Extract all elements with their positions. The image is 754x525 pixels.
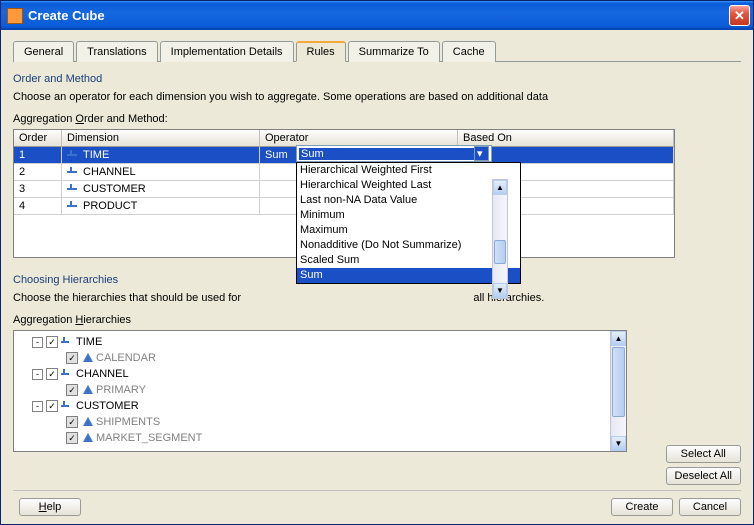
dimension-icon [67,167,81,177]
app-icon [7,8,23,24]
expand-toggle[interactable]: - [32,337,43,348]
combo-option[interactable]: Sum [297,268,520,283]
tree-node[interactable]: -✓ TIME [32,334,622,350]
tree-label: PRIMARY [96,384,146,396]
tree-scrollbar[interactable]: ▲ ▼ [610,331,626,451]
tab-implementation-details[interactable]: Implementation Details [160,41,294,62]
combo-scrollbar[interactable]: ▲ ▼ [492,179,508,299]
tree-label: CALENDAR [96,352,156,364]
combo-option[interactable]: Hierarchical Weighted Last [297,178,520,193]
scroll-up-icon[interactable]: ▲ [493,180,507,195]
tab-cache[interactable]: Cache [442,41,496,62]
tab-general[interactable]: General [13,41,74,62]
col-dimension[interactable]: Dimension [62,130,260,147]
dimension-icon [67,201,81,211]
combo-listbox[interactable]: Hierarchical Weighted First Hierarchical… [296,162,521,284]
expand-toggle[interactable]: - [32,369,43,380]
combo-selected: Sum [299,148,474,160]
hierarchies-tree[interactable]: -✓TIME✓CALENDAR-✓CHANNEL✓PRIMARY-✓CUSTOM… [13,330,627,452]
tab-summarize-to[interactable]: Summarize To [348,41,440,62]
dimension-icon [67,150,81,160]
tab-rules[interactable]: Rules [296,41,346,62]
checkbox[interactable]: ✓ [66,416,78,428]
combo-option[interactable]: Hierarchical Weighted First [297,163,520,178]
expand-toggle[interactable]: - [32,401,43,412]
combo-option[interactable]: Maximum [297,223,520,238]
close-button[interactable]: ✕ [729,5,750,26]
scroll-up-icon[interactable]: ▲ [611,331,626,346]
tab-bar: General Translations Implementation Deta… [13,40,741,62]
help-button[interactable]: Help [19,498,81,516]
hierarchy-icon [81,417,93,427]
tree-label: CUSTOMER [76,400,139,412]
window-title: Create Cube [28,8,729,23]
operator-combobox[interactable]: Sum ▾ Hierarchical Weighted First Hierar… [296,145,492,284]
select-all-button[interactable]: Select All [666,445,741,463]
dimension-icon [61,401,73,411]
aggregation-hierarchies-label: Aggregation Hierarchies [13,314,741,326]
deselect-all-button[interactable]: Deselect All [666,467,741,485]
hierarchy-icon [81,385,93,395]
checkbox[interactable]: ✓ [66,352,78,364]
tree-node[interactable]: ✓ SHIPMENTS [52,414,622,430]
dimension-icon [61,369,73,379]
dimension-icon [61,337,73,347]
tree-node[interactable]: -✓ CUSTOMER [32,398,622,414]
hierarchy-icon [81,353,93,363]
col-order[interactable]: Order [14,130,62,147]
checkbox[interactable]: ✓ [66,432,78,444]
checkbox[interactable]: ✓ [46,400,58,412]
create-button[interactable]: Create [611,498,673,516]
hierarchy-icon [81,433,93,443]
scroll-thumb[interactable] [612,347,625,417]
tree-node[interactable]: ✓ MARKET_SEGMENT [52,430,622,446]
order-method-desc: Choose an operator for each dimension yo… [13,91,741,103]
dimension-icon [67,184,81,194]
create-cube-dialog: Create Cube ✕ General Translations Imple… [0,0,754,525]
checkbox[interactable]: ✓ [46,368,58,380]
scroll-thumb[interactable] [494,240,506,264]
scroll-down-icon[interactable]: ▼ [493,283,507,298]
tree-label: TIME [76,336,102,348]
checkbox[interactable]: ✓ [46,336,58,348]
combo-option[interactable]: Scaled Sum [297,253,520,268]
tree-node[interactable]: ✓ CALENDAR [52,350,622,366]
choosing-hierarchies-desc: Choose the hierarchies that should be us… [13,292,741,304]
combo-dropdown-button[interactable]: ▾ [474,146,489,161]
order-method-title: Order and Method [13,73,741,85]
tree-label: SHIPMENTS [96,416,160,428]
tree-label: MARKET_SEGMENT [96,432,202,444]
checkbox[interactable]: ✓ [66,384,78,396]
tree-label: CHANNEL [76,368,129,380]
cancel-button[interactable]: Cancel [679,498,741,516]
tab-translations[interactable]: Translations [76,41,158,62]
combo-option[interactable]: Nonadditive (Do Not Summarize) [297,238,520,253]
scroll-down-icon[interactable]: ▼ [611,436,626,451]
combo-option[interactable]: Minimum [297,208,520,223]
tree-node[interactable]: ✓ PRIMARY [52,382,622,398]
tree-node[interactable]: -✓ CHANNEL [32,366,622,382]
combo-option[interactable]: Last non-NA Data Value [297,193,520,208]
aggregation-order-label: Aggregation Order and Method: [13,113,741,125]
titlebar: Create Cube ✕ [1,1,753,30]
chevron-down-icon: ▾ [475,147,488,160]
